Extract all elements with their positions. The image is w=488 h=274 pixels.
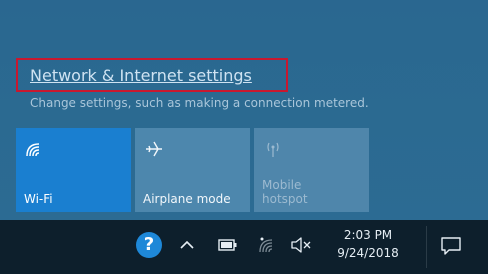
taskbar: ? 2:03 PM 9/24/2018 xyxy=(0,220,488,274)
wifi-tile-label: Wi-Fi xyxy=(24,192,53,206)
hotspot-label-line2: hotspot xyxy=(262,192,308,206)
airplane-icon xyxy=(146,141,162,157)
mobile-hotspot-tile[interactable]: Mobile hotspot xyxy=(254,128,369,212)
wifi-icon xyxy=(26,143,40,157)
battery-icon[interactable] xyxy=(218,238,238,252)
wifi-tile[interactable]: Wi-Fi xyxy=(16,128,131,212)
network-flyout: Network & Internet settings Change setti… xyxy=(0,0,488,220)
action-center-icon[interactable] xyxy=(440,235,462,257)
volume-muted-icon[interactable] xyxy=(290,235,312,255)
airplane-mode-tile[interactable]: Airplane mode xyxy=(135,128,250,212)
chevron-up-icon[interactable] xyxy=(178,236,196,254)
mobile-hotspot-icon xyxy=(267,142,279,157)
mobile-hotspot-tile-label: Mobile hotspot xyxy=(262,178,308,206)
settings-description: Change settings, such as making a connec… xyxy=(30,96,369,110)
network-internet-settings-link[interactable]: Network & Internet settings xyxy=(30,66,252,85)
hotspot-label-line1: Mobile xyxy=(262,178,302,192)
wifi-icon[interactable] xyxy=(258,235,278,255)
airplane-mode-tile-label: Airplane mode xyxy=(143,192,231,206)
taskbar-clock[interactable]: 2:03 PM 9/24/2018 xyxy=(330,226,406,262)
clock-date: 9/24/2018 xyxy=(337,246,399,260)
clock-time: 2:03 PM xyxy=(343,228,393,242)
taskbar-divider xyxy=(426,226,427,268)
help-icon[interactable]: ? xyxy=(136,232,162,258)
